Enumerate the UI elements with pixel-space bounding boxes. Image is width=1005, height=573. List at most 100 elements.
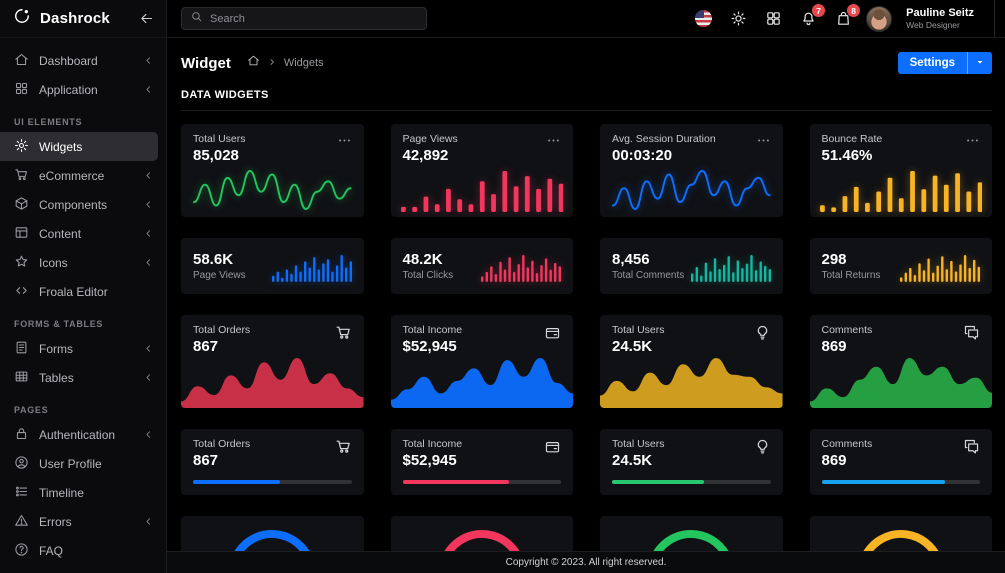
main-column: 78 Pauline Seitz Web Designer Widget Wid… bbox=[167, 0, 1005, 573]
sidebar-item-errors[interactable]: Errors bbox=[0, 507, 166, 536]
sidebar-item-label: FAQ bbox=[39, 543, 64, 558]
caret-down-icon bbox=[974, 56, 986, 71]
card-title: Page Views bbox=[193, 270, 246, 281]
cart-icon bbox=[335, 324, 352, 355]
home-icon[interactable] bbox=[247, 54, 260, 72]
sidebar-item-label: Dashboard bbox=[39, 53, 98, 68]
bag-icon[interactable]: 8 bbox=[835, 4, 861, 27]
ellipsis-icon[interactable] bbox=[756, 133, 771, 164]
search-input[interactable] bbox=[210, 12, 418, 25]
cart-icon bbox=[335, 438, 352, 469]
settings-button[interactable]: Settings bbox=[897, 52, 967, 74]
home-icon bbox=[14, 52, 29, 70]
timeline-icon bbox=[14, 484, 29, 502]
card-value: 869 bbox=[821, 338, 847, 355]
stat-chart-card: Avg. Session Duration 00:03:20 bbox=[600, 124, 783, 217]
sidebar-item-application[interactable]: Application bbox=[0, 75, 166, 104]
chevron-left-icon bbox=[143, 228, 154, 239]
area-card: Total Orders 867 bbox=[181, 315, 364, 408]
code-icon bbox=[14, 283, 29, 301]
card-title: Comments bbox=[821, 324, 873, 336]
header-divider bbox=[994, 0, 995, 38]
progress-fill bbox=[402, 480, 509, 484]
progress-card: Total Users 24.5K bbox=[600, 429, 783, 495]
sidebar-item-label: Application bbox=[39, 82, 98, 97]
chevron-left-icon bbox=[143, 372, 154, 383]
sidebar-header: Dashrock bbox=[0, 0, 166, 38]
gauge-card bbox=[809, 516, 992, 551]
sidebar-item-label: Errors bbox=[39, 514, 72, 529]
nav-section-label: FORMS & TABLES bbox=[14, 319, 104, 329]
sidebar-item-faq[interactable]: FAQ bbox=[0, 536, 166, 565]
sidebar-item-froala-editor[interactable]: Froala Editor bbox=[0, 277, 166, 306]
card-chart bbox=[610, 168, 773, 212]
breadcrumb: Widgets bbox=[247, 54, 324, 72]
sidebar-item-ecommerce[interactable]: eCommerce bbox=[0, 161, 166, 190]
brand[interactable]: Dashrock bbox=[12, 6, 110, 31]
row-gauge-cards bbox=[181, 516, 992, 551]
sun-icon[interactable] bbox=[730, 10, 747, 27]
sidebar-item-label: Content bbox=[39, 226, 82, 241]
sidebar-item-icons[interactable]: Icons bbox=[0, 248, 166, 277]
sidebar-item-tables[interactable]: Tables bbox=[0, 363, 166, 392]
faq-icon bbox=[14, 542, 29, 560]
bell-icon[interactable]: 7 bbox=[800, 4, 826, 27]
application-icon bbox=[14, 81, 29, 99]
area-card: Total Income $52,945 bbox=[390, 315, 573, 408]
nav-section-label: PAGES bbox=[14, 405, 49, 415]
sidebar-item-dashboard[interactable]: Dashboard bbox=[0, 46, 166, 75]
ellipsis-icon[interactable] bbox=[965, 133, 980, 164]
sidebar-item-forms[interactable]: Forms bbox=[0, 334, 166, 363]
content-icon bbox=[14, 225, 29, 243]
progress-fill bbox=[612, 480, 704, 484]
card-title: Total Orders bbox=[193, 438, 251, 450]
sparkline-card: 298 Total Returns bbox=[809, 238, 992, 294]
card-chart bbox=[819, 168, 982, 212]
nav-section-label: UI ELEMENTS bbox=[14, 117, 83, 127]
card-chart bbox=[191, 168, 354, 212]
card-chart bbox=[600, 358, 783, 408]
card-chart bbox=[271, 250, 352, 282]
ellipsis-icon[interactable] bbox=[546, 133, 561, 164]
widgets-icon bbox=[14, 138, 29, 156]
card-chart bbox=[481, 250, 561, 282]
row-progress-cards: Total Orders 867 Total Income $52,945 Total … bbox=[181, 429, 992, 495]
search-box[interactable] bbox=[181, 7, 427, 30]
progress-track bbox=[821, 480, 980, 484]
card-title: Total Orders bbox=[193, 324, 251, 336]
avatar[interactable] bbox=[866, 5, 893, 32]
gauge-card bbox=[181, 516, 364, 551]
sidebar-item-timeline[interactable]: Timeline bbox=[0, 478, 166, 507]
card-title: Total Returns bbox=[821, 270, 881, 281]
card-chart bbox=[181, 358, 364, 408]
app-root: Dashrock Dashboard Application UI ELEMENTS… bbox=[0, 0, 1005, 573]
flag-us-icon[interactable] bbox=[695, 10, 713, 27]
section-title: DATA WIDGETS bbox=[181, 89, 992, 111]
progress-card: Comments 869 bbox=[809, 429, 992, 495]
apps-grid-icon[interactable] bbox=[765, 10, 782, 27]
card-value: 58.6K bbox=[193, 251, 234, 268]
user-role: Web Designer bbox=[906, 20, 960, 30]
progress-card: Total Orders 867 bbox=[181, 429, 364, 495]
chevron-left-icon bbox=[143, 257, 154, 268]
card-title: Total Users bbox=[193, 133, 246, 145]
sidebar-item-components[interactable]: Components bbox=[0, 190, 166, 219]
ellipsis-icon[interactable] bbox=[337, 133, 352, 164]
stat-chart-card: Bounce Rate 51.46% bbox=[809, 124, 992, 217]
sidebar-item-widgets[interactable]: Widgets bbox=[0, 132, 158, 161]
sidebar-item-label: Authentication bbox=[39, 427, 116, 442]
sidebar-item-content[interactable]: Content bbox=[0, 219, 166, 248]
wallet-icon bbox=[544, 324, 561, 355]
page-title: Widget bbox=[181, 54, 231, 72]
sidebar-item-label: Components bbox=[39, 197, 108, 212]
card-value: 8,456 bbox=[612, 251, 650, 268]
settings-caret-button[interactable] bbox=[967, 52, 992, 74]
sidebar-item-authentication[interactable]: Authentication bbox=[0, 420, 166, 449]
progress-track bbox=[612, 480, 771, 484]
chevron-right-icon bbox=[267, 54, 277, 72]
area-card: Total Users 24.5K bbox=[600, 315, 783, 408]
sidebar-item-user-profile[interactable]: User Profile bbox=[0, 449, 166, 478]
sidebar-collapse-button[interactable] bbox=[139, 11, 154, 26]
card-chart bbox=[690, 250, 771, 282]
user-meta[interactable]: Pauline Seitz Web Designer bbox=[906, 7, 974, 30]
